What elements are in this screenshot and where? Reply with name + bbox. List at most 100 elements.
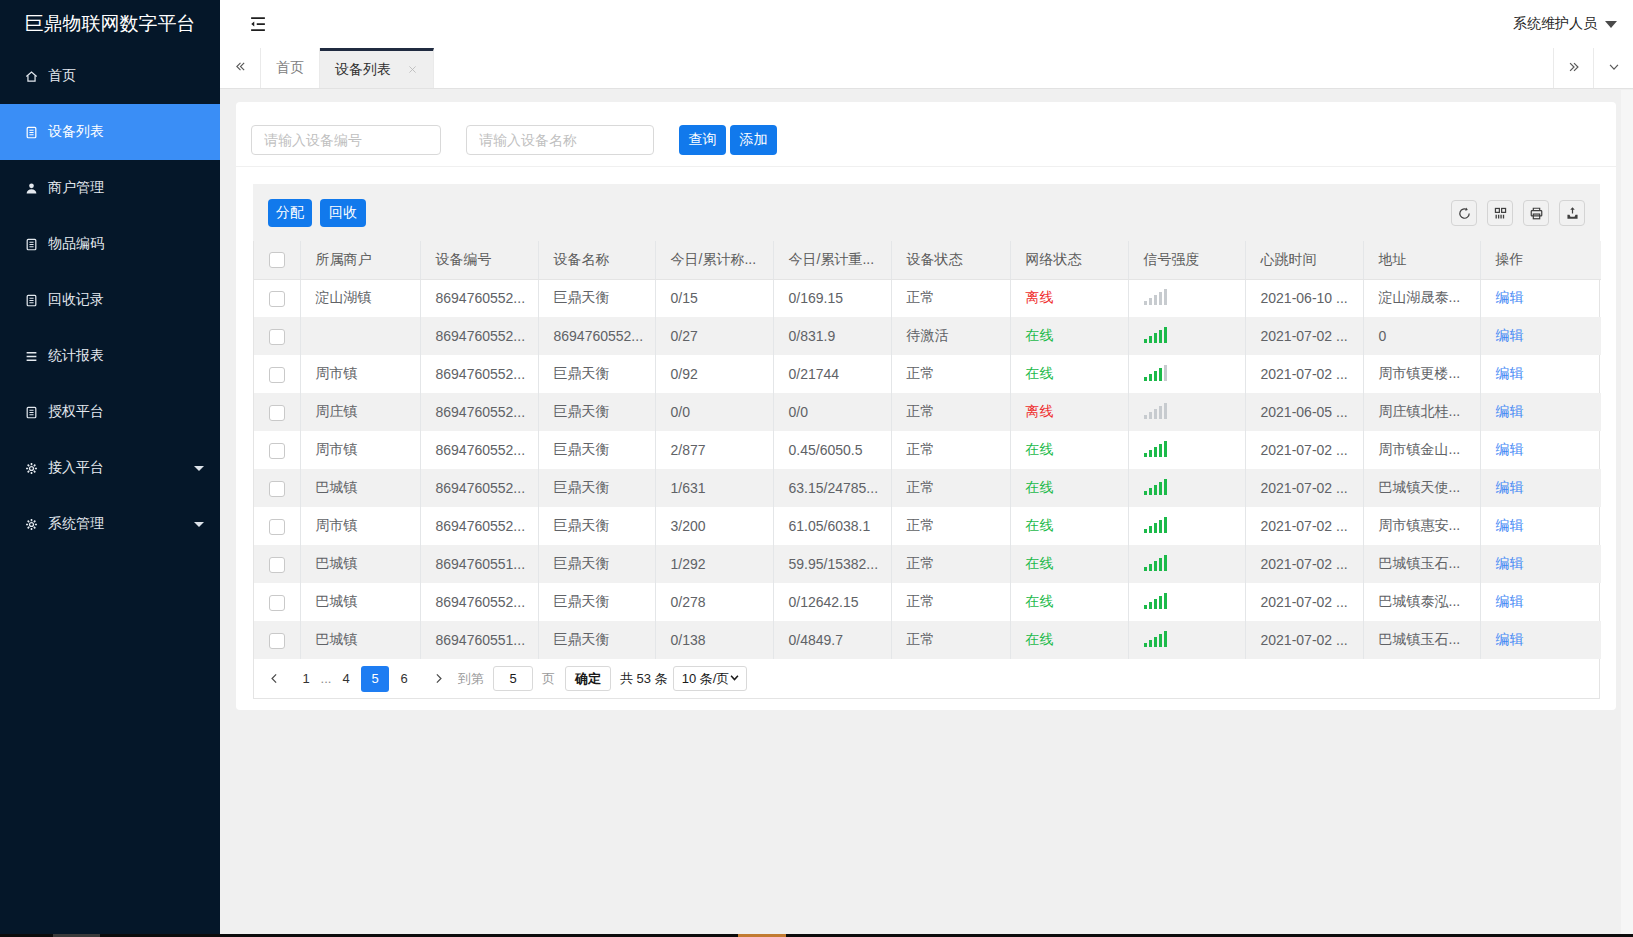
row-checkbox[interactable] <box>269 595 285 611</box>
row-checkbox[interactable] <box>269 405 285 421</box>
sidebar-item-设备列表[interactable]: 设备列表 <box>0 104 220 160</box>
sidebar-item-物品编码[interactable]: 物品编码 <box>0 216 220 272</box>
edit-link[interactable]: 编辑 <box>1496 403 1524 419</box>
signal-strength-bars <box>1144 631 1169 647</box>
edit-link[interactable]: 编辑 <box>1496 289 1524 305</box>
app-title: 巨鼎物联网数字平台 <box>0 0 220 48</box>
assign-button[interactable]: 分配 <box>268 199 312 227</box>
edit-link[interactable]: 编辑 <box>1496 631 1524 647</box>
columns-button[interactable] <box>1487 200 1513 226</box>
cell-today-count: 0/0 <box>655 393 773 431</box>
row-checkbox[interactable] <box>269 443 285 459</box>
row-checkbox[interactable] <box>269 557 285 573</box>
tabs-menu-button[interactable] <box>1593 48 1633 88</box>
sidebar-item-商户管理[interactable]: 商户管理 <box>0 160 220 216</box>
cell-address: 巴城镇天使... <box>1363 469 1480 507</box>
grid-toolbar: 分配 回收 <box>253 184 1600 241</box>
page-number-1[interactable]: 1 <box>296 666 316 692</box>
signal-strength-bars <box>1144 441 1169 457</box>
sidebar-item-接入平台[interactable]: 接入平台 <box>0 440 220 496</box>
sidebar-item-授权平台[interactable]: 授权平台 <box>0 384 220 440</box>
page-number-6[interactable]: 6 <box>394 666 414 692</box>
prev-page-button[interactable] <box>264 666 284 692</box>
page-number-5[interactable]: 5 <box>361 666 389 692</box>
tabs-scroll-right-button[interactable] <box>1553 48 1593 88</box>
query-button[interactable]: 查询 <box>679 125 726 155</box>
edit-link[interactable]: 编辑 <box>1496 517 1524 533</box>
column-header: 设备名称 <box>538 241 655 279</box>
cell-device-no: 8694760551... <box>420 621 538 659</box>
chevron-down-icon <box>1607 60 1621 77</box>
scrollbar-track[interactable] <box>1621 90 1633 934</box>
export-button[interactable] <box>1559 200 1585 226</box>
printer-button[interactable] <box>1523 200 1549 226</box>
edit-link[interactable]: 编辑 <box>1496 593 1524 609</box>
tab-label: 设备列表 <box>335 61 391 79</box>
device-no-input[interactable] <box>251 125 441 155</box>
edit-link[interactable]: 编辑 <box>1496 555 1524 571</box>
recycle-button[interactable]: 回收 <box>320 199 366 227</box>
refresh-button[interactable] <box>1451 200 1477 226</box>
device-table: 所属商户设备编号设备名称今日/累计称...今日/累计重...设备状态网络状态信号… <box>254 241 1601 659</box>
page-unit-label: 页 <box>542 670 555 688</box>
network-status-text: 离线 <box>1026 403 1054 419</box>
row-checkbox[interactable] <box>269 519 285 535</box>
cell-device-no: 8694760552... <box>420 355 538 393</box>
cell-actions: 编辑 <box>1480 317 1601 355</box>
close-icon[interactable] <box>407 64 418 75</box>
sidebar-item-统计报表[interactable]: 统计报表 <box>0 328 220 384</box>
sidebar-item-首页[interactable]: 首页 <box>0 48 220 104</box>
edit-link[interactable]: 编辑 <box>1496 327 1524 343</box>
double-chevron-left-icon <box>234 60 247 76</box>
cell-today-count: 0/138 <box>655 621 773 659</box>
cell-heartbeat: 2021-07-02 ... <box>1245 621 1363 659</box>
cell-merchant <box>300 317 420 355</box>
device-name-input[interactable] <box>466 125 654 155</box>
column-header: 今日/累计重... <box>773 241 891 279</box>
refresh-icon <box>1457 206 1472 221</box>
confirm-button[interactable]: 确定 <box>565 666 611 691</box>
network-status-text: 在线 <box>1026 365 1054 381</box>
sidebar-item-系统管理[interactable]: 系统管理 <box>0 496 220 552</box>
edit-link[interactable]: 编辑 <box>1496 365 1524 381</box>
row-checkbox[interactable] <box>269 481 285 497</box>
edit-link[interactable]: 编辑 <box>1496 479 1524 495</box>
edit-link[interactable]: 编辑 <box>1496 441 1524 457</box>
column-header: 今日/累计称... <box>655 241 773 279</box>
tab-设备列表[interactable]: 设备列表 <box>320 48 434 88</box>
cell-device-no: 8694760552... <box>420 507 538 545</box>
user-icon <box>24 181 39 196</box>
cell-heartbeat: 2021-07-02 ... <box>1245 469 1363 507</box>
next-page-button[interactable] <box>428 666 448 692</box>
page-number-4[interactable]: 4 <box>336 666 356 692</box>
cell-actions: 编辑 <box>1480 507 1601 545</box>
tab-首页[interactable]: 首页 <box>261 48 320 88</box>
gear-icon <box>24 517 39 532</box>
select-all-checkbox[interactable] <box>269 252 285 268</box>
cell-actions: 编辑 <box>1480 279 1601 317</box>
menu-fold-icon[interactable] <box>248 14 268 34</box>
page-size-select[interactable]: 10 条/页 <box>673 666 747 691</box>
table-row: 巴城镇8694760552...巨鼎天衡0/2780/12642.15正常在线2… <box>254 583 1601 621</box>
device-list-panel: 查询 添加 分配 回收 所属商户设备编号设备名称今日/累计称...今日/累计重. <box>236 102 1616 710</box>
add-button[interactable]: 添加 <box>730 125 777 155</box>
goto-label: 到第 <box>458 670 484 688</box>
row-checkbox[interactable] <box>269 367 285 383</box>
clipboard-icon <box>24 237 39 252</box>
row-checkbox[interactable] <box>269 633 285 649</box>
goto-page-input[interactable] <box>493 666 533 691</box>
list-icon <box>24 349 39 364</box>
cell-signal <box>1128 431 1245 469</box>
cell-signal <box>1128 621 1245 659</box>
cell-device-name: 巨鼎天衡 <box>538 431 655 469</box>
row-checkbox[interactable] <box>269 329 285 345</box>
cell-device-no: 8694760552... <box>420 431 538 469</box>
cell-actions: 编辑 <box>1480 583 1601 621</box>
row-checkbox[interactable] <box>269 291 285 307</box>
cell-today-weight: 0/21744 <box>773 355 891 393</box>
tabs-scroll-left-button[interactable] <box>220 48 261 88</box>
user-menu[interactable]: 系统维护人员 <box>1513 0 1617 48</box>
table-row: 周市镇8694760552...巨鼎天衡0/920/21744正常在线2021-… <box>254 355 1601 393</box>
cell-heartbeat: 2021-07-02 ... <box>1245 317 1363 355</box>
sidebar-item-回收记录[interactable]: 回收记录 <box>0 272 220 328</box>
